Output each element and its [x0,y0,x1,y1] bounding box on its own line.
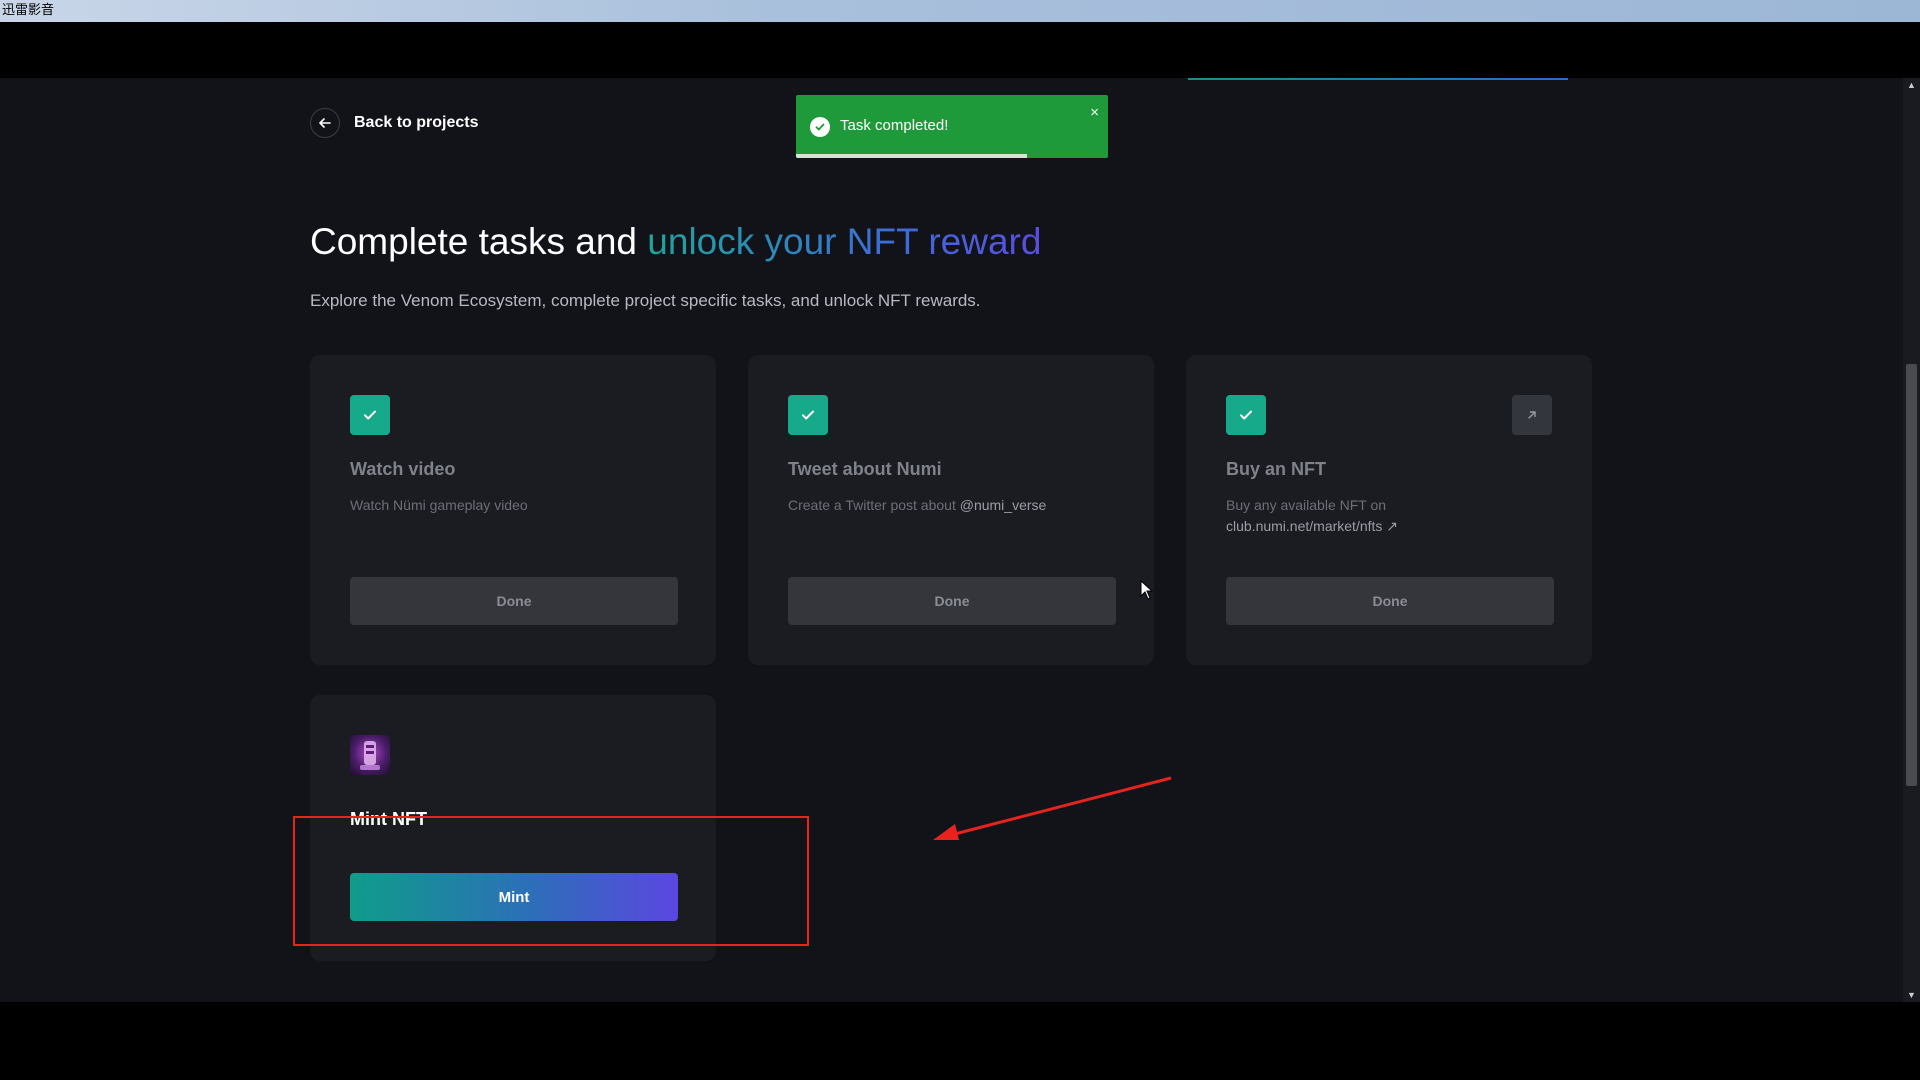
close-icon[interactable]: × [1090,105,1099,120]
page-title: Complete tasks and unlock your NFT rewar… [310,221,1041,263]
page-viewport: Back to projects Task completed! × Compl… [0,78,1920,1002]
vertical-scrollbar[interactable]: ▲ ▼ [1903,78,1920,1002]
check-icon [350,395,390,435]
task-card-tweet: Tweet about Numi Create a Twitter post a… [748,355,1154,665]
page-subtitle: Explore the Venom Ecosystem, complete pr… [310,291,981,310]
title-plain: Complete tasks and [310,221,648,262]
back-to-projects-link[interactable]: Back to projects [310,108,478,138]
task-card-watch-video: Watch video Watch Nümi gameplay video Do… [310,355,716,665]
scrollbar-thumb[interactable] [1906,364,1917,786]
check-icon [1226,395,1266,435]
mouse-cursor-icon [1140,579,1154,605]
done-button[interactable]: Done [1226,577,1554,625]
toast-notification: Task completed! × [796,95,1108,158]
scroll-up-icon[interactable]: ▲ [1903,78,1920,92]
title-highlight: unlock your NFT reward [647,221,1042,262]
task-title: Watch video [350,459,456,479]
top-accent-line [1188,78,1568,80]
description-text: Buy any available NFT on [1226,497,1387,513]
toast-message: Task completed! [840,117,949,134]
task-title: Tweet about Numi [788,459,942,479]
done-button[interactable]: Done [350,577,678,625]
external-link-icon[interactable] [1512,395,1552,435]
task-description: Create a Twitter post about @numi_verse [788,495,1118,516]
annotation-arrow [933,776,1172,840]
annotation-highlight-box [293,816,809,946]
check-icon [788,395,828,435]
arrow-left-icon [310,108,340,138]
window-titlebar: 迅雷影音 [0,0,1920,22]
nft-avatar [350,735,390,775]
twitter-handle-link[interactable]: @numi_verse [960,497,1047,513]
market-link[interactable]: club.numi.net/market/nfts ↗ [1226,518,1398,534]
task-card-buy-nft: Buy an NFT Buy any available NFT on club… [1186,355,1592,665]
task-description: Watch Nümi gameplay video [350,497,528,513]
toast-progress-bar [796,154,1027,158]
task-description: Buy any available NFT on club.numi.net/m… [1226,495,1556,537]
description-text: Create a Twitter post about [788,497,960,513]
check-circle-icon [810,117,830,137]
done-button[interactable]: Done [788,577,1116,625]
back-label: Back to projects [354,114,479,131]
task-title: Buy an NFT [1226,459,1327,479]
scroll-down-icon[interactable]: ▼ [1903,988,1920,1002]
